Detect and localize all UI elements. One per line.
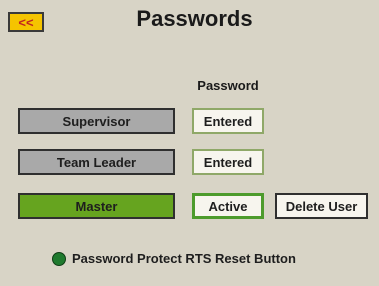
delete-user-button[interactable]: Delete User: [275, 193, 368, 219]
page-title: Passwords: [136, 6, 253, 31]
supervisor-password-status: Entered: [192, 108, 264, 134]
supervisor-user-button[interactable]: Supervisor: [18, 108, 175, 134]
status-indicator-icon: [52, 251, 66, 266]
master-user-button[interactable]: Master: [18, 193, 175, 219]
password-protect-label: Password Protect RTS Reset Button: [72, 251, 296, 266]
team-leader-user-button[interactable]: Team Leader: [18, 149, 175, 175]
password-column-header: Password: [197, 78, 259, 93]
team-leader-password-status: Entered: [192, 149, 264, 175]
password-protect-rts-toggle[interactable]: Password Protect RTS Reset Button: [52, 251, 296, 266]
master-password-status: Active: [192, 193, 264, 219]
